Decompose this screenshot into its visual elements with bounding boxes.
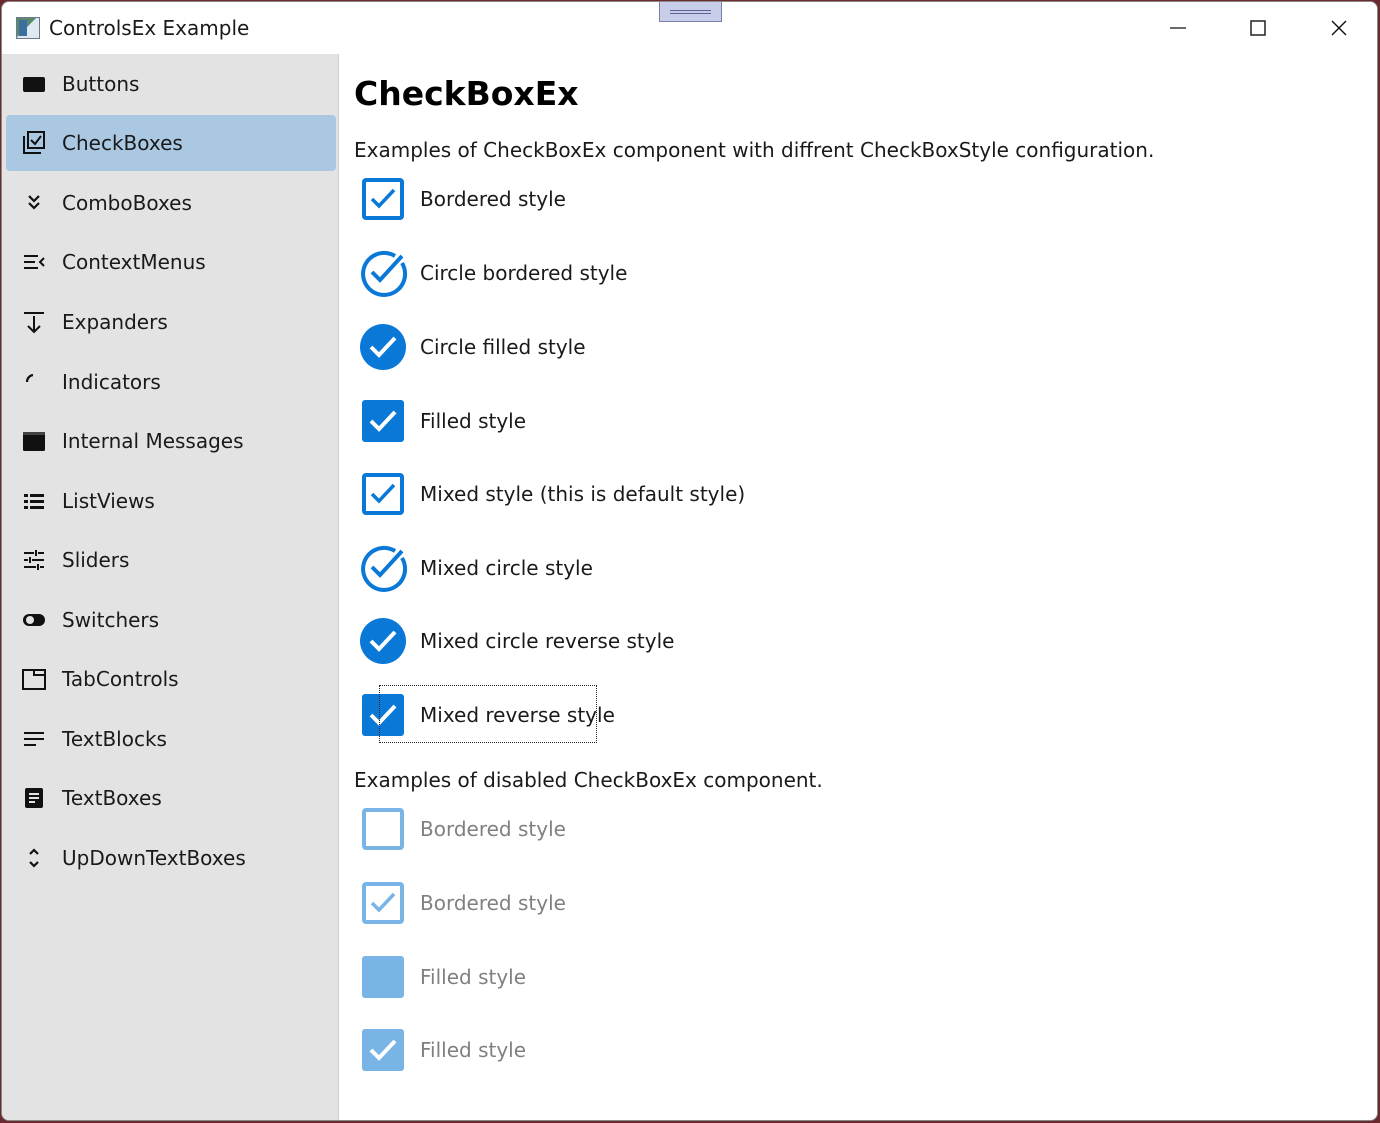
checkbox-label: Filled style [420, 1038, 527, 1062]
sidebar-item-contextmenus[interactable]: ContextMenus [6, 234, 336, 290]
checkbox-disabled-bordered-checked: Bordered style [358, 878, 566, 928]
checkbox-label: Mixed circle style [420, 556, 593, 580]
sidebar-item-updowntextboxes[interactable]: UpDownTextBoxes [6, 830, 336, 886]
checkbox-checked-icon [358, 878, 408, 928]
sidebar-item-label: TabControls [62, 667, 179, 691]
checkbox-label: Bordered style [420, 817, 566, 841]
sidebar-item-label: TextBoxes [62, 786, 162, 810]
menu-open-icon [22, 250, 46, 274]
text-lines-icon [22, 727, 46, 751]
button-icon [22, 72, 46, 96]
app-icon [16, 17, 40, 39]
sidebar-item-label: ComboBoxes [62, 191, 192, 215]
sidebar-item-label: ContextMenus [62, 250, 206, 274]
circle-check-icon [358, 543, 408, 593]
sidebar-item-textblocks[interactable]: TextBlocks [6, 711, 336, 767]
checkbox-label: Mixed style (this is default style) [420, 482, 746, 506]
close-button[interactable] [1299, 2, 1377, 54]
message-window-icon [22, 429, 46, 453]
checkbox-label: Filled style [420, 965, 527, 989]
checkbox-disabled-filled-checked: Filled style [358, 1025, 526, 1075]
checkbox-disabled-bordered-unchecked: Bordered style [358, 804, 566, 854]
checkbox-checked-icon [358, 469, 408, 519]
circle-check-filled-icon [358, 322, 408, 372]
checkbox-circle-filled-style[interactable]: Circle filled style [358, 322, 586, 372]
minimize-icon [1170, 27, 1186, 29]
sidebar-nav: Buttons CheckBoxes ComboBoxes ContextMen… [2, 54, 339, 1120]
checkbox-mixed-circle-style[interactable]: Mixed circle style [358, 543, 593, 593]
sidebar-item-label: TextBlocks [62, 727, 167, 751]
arrow-down-bar-icon [22, 310, 46, 334]
checkbox-label: Circle bordered style [420, 261, 628, 285]
checkbox-filled-unchecked-icon [358, 952, 408, 1002]
textbox-icon [22, 786, 46, 810]
sidebar-item-indicators[interactable]: Indicators [6, 354, 336, 410]
disabled-section-description: Examples of disabled CheckBoxEx componen… [354, 768, 823, 792]
checkbox-filled-checked-icon [358, 396, 408, 446]
sidebar-item-label: Internal Messages [62, 429, 244, 453]
sidebar-item-switchers[interactable]: Switchers [6, 592, 336, 648]
circle-check-filled-icon [358, 616, 408, 666]
tab-icon [22, 667, 46, 691]
sidebar-item-checkboxes[interactable]: CheckBoxes [6, 115, 336, 171]
sidebar-item-listviews[interactable]: ListViews [6, 473, 336, 529]
snap-layout-grip[interactable] [659, 2, 722, 22]
sidebar-item-textboxes[interactable]: TextBoxes [6, 770, 336, 826]
checkbox-label: Mixed circle reverse style [420, 629, 675, 653]
checkbox-unchecked-icon [358, 804, 408, 854]
minimize-button[interactable] [1138, 2, 1218, 54]
updown-icon [22, 846, 46, 870]
checkbox-label: Circle filled style [420, 335, 586, 359]
maximize-icon [1250, 20, 1266, 36]
checkbox-label: Mixed reverse style [420, 703, 615, 727]
sidebar-item-label: Buttons [62, 72, 140, 96]
sliders-icon [22, 548, 46, 572]
checkbox-filled-checked-icon [358, 690, 408, 740]
sidebar-item-label: ListViews [62, 489, 155, 513]
toggle-icon [22, 608, 46, 632]
checkbox-mixed-reverse-style[interactable]: Mixed reverse style [358, 690, 615, 740]
sidebar-item-comboboxes[interactable]: ComboBoxes [6, 175, 336, 231]
checkbox-label: Bordered style [420, 187, 566, 211]
sidebar-item-internal-messages[interactable]: Internal Messages [6, 413, 336, 469]
sidebar-item-label: Sliders [62, 548, 130, 572]
main-content: CheckBoxEx Examples of CheckBoxEx compon… [340, 54, 1377, 1120]
checkbox-mixed-circle-reverse-style[interactable]: Mixed circle reverse style [358, 616, 674, 666]
sidebar-item-label: Indicators [62, 370, 161, 394]
sidebar-item-buttons[interactable]: Buttons [6, 56, 336, 112]
maximize-button[interactable] [1218, 2, 1298, 54]
sidebar-item-expanders[interactable]: Expanders [6, 294, 336, 350]
circle-check-icon [358, 248, 408, 298]
checkbox-list-icon [22, 131, 46, 155]
sidebar-item-tabcontrols[interactable]: TabControls [6, 651, 336, 707]
checkbox-filled-checked-icon [358, 1025, 408, 1075]
title-bar[interactable]: ControlsEx Example [2, 2, 1377, 54]
sidebar-item-label: Switchers [62, 608, 160, 632]
checkbox-bordered-style[interactable]: Bordered style [358, 174, 566, 224]
checkbox-mixed-style[interactable]: Mixed style (this is default style) [358, 469, 745, 519]
checkbox-label: Bordered style [420, 891, 566, 915]
enabled-section-description: Examples of CheckBoxEx component with di… [354, 138, 1155, 162]
checkbox-checked-icon [358, 174, 408, 224]
checkbox-filled-style[interactable]: Filled style [358, 396, 526, 446]
app-window: ControlsEx Example Buttons CheckBoxes Co… [1, 1, 1378, 1121]
sidebar-item-label: UpDownTextBoxes [62, 846, 246, 870]
sidebar-item-sliders[interactable]: Sliders [6, 532, 336, 588]
sidebar-item-label: CheckBoxes [62, 131, 183, 155]
checkbox-disabled-filled-unchecked: Filled style [358, 952, 526, 1002]
checkbox-circle-bordered-style[interactable]: Circle bordered style [358, 248, 627, 298]
arc-icon [22, 370, 46, 394]
list-icon [22, 489, 46, 513]
checkbox-label: Filled style [420, 409, 527, 433]
sidebar-item-label: Expanders [62, 310, 168, 334]
double-chevron-down-icon [22, 191, 46, 215]
close-icon [1331, 20, 1347, 36]
page-title: CheckBoxEx [354, 74, 579, 113]
window-title: ControlsEx Example [49, 16, 250, 40]
